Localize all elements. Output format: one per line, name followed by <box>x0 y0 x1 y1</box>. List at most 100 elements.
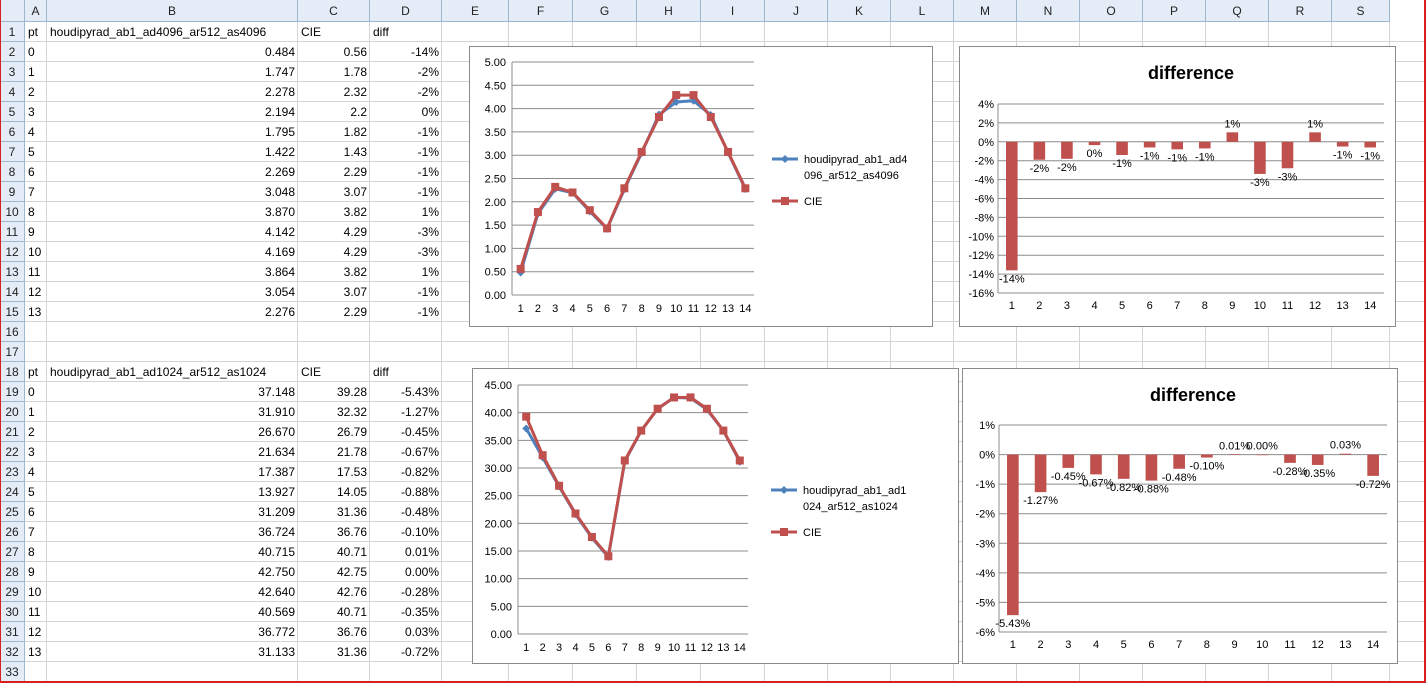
row-header[interactable]: 11 <box>0 222 25 242</box>
row-header[interactable]: 14 <box>0 282 25 302</box>
data-cell[interactable]: -0.67% <box>370 442 442 462</box>
data-cell[interactable]: 1% <box>370 262 442 282</box>
row-header[interactable]: 28 <box>0 562 25 582</box>
row-header[interactable]: 13 <box>0 262 25 282</box>
data-cell[interactable]: 21.634 <box>47 442 298 462</box>
row-header[interactable]: 10 <box>0 202 25 222</box>
data-cell[interactable]: 32.32 <box>298 402 370 422</box>
data-cell[interactable]: -2% <box>370 62 442 82</box>
data-cell[interactable]: 10 <box>25 242 47 262</box>
data-cell[interactable]: 42.750 <box>47 562 298 582</box>
column-header[interactable]: L <box>891 0 954 22</box>
data-cell[interactable]: 13 <box>25 302 47 322</box>
row-header[interactable]: 20 <box>0 402 25 422</box>
data-cell[interactable]: 4 <box>25 122 47 142</box>
header-cell[interactable]: pt <box>25 362 47 382</box>
data-cell[interactable]: 2.29 <box>298 162 370 182</box>
row-header[interactable]: 25 <box>0 502 25 522</box>
column-header[interactable]: N <box>1017 0 1080 22</box>
data-cell[interactable]: 11 <box>25 602 47 622</box>
data-cell[interactable]: 0.03% <box>370 622 442 642</box>
data-cell[interactable]: 14.05 <box>298 482 370 502</box>
bar-chart-difference-2[interactable]: difference 1% 0% -1% -2% -3% -4% -5% -6% -5.43% 1 -… <box>962 368 1398 664</box>
data-cell[interactable]: 12 <box>25 622 47 642</box>
row-header[interactable]: 12 <box>0 242 25 262</box>
data-cell[interactable]: -1% <box>370 122 442 142</box>
data-cell[interactable]: 2.32 <box>298 82 370 102</box>
data-cell[interactable]: -0.88% <box>370 482 442 502</box>
data-cell[interactable]: -0.28% <box>370 582 442 602</box>
data-cell[interactable]: 4.29 <box>298 222 370 242</box>
data-cell[interactable]: -0.45% <box>370 422 442 442</box>
data-cell[interactable]: 0.01% <box>370 542 442 562</box>
data-cell[interactable]: 5 <box>25 482 47 502</box>
header-cell[interactable]: diff <box>370 22 442 42</box>
data-cell[interactable]: 3.07 <box>298 182 370 202</box>
row-header[interactable]: 8 <box>0 162 25 182</box>
row-header[interactable]: 17 <box>0 342 25 362</box>
row-header[interactable]: 4 <box>0 82 25 102</box>
row-header[interactable]: 6 <box>0 122 25 142</box>
data-cell[interactable]: 31.910 <box>47 402 298 422</box>
data-cell[interactable]: -0.10% <box>370 522 442 542</box>
select-all-corner[interactable] <box>0 0 25 22</box>
row-header[interactable]: 26 <box>0 522 25 542</box>
data-cell[interactable]: 3.82 <box>298 202 370 222</box>
data-cell[interactable]: 2.269 <box>47 162 298 182</box>
row-header[interactable]: 27 <box>0 542 25 562</box>
data-cell[interactable]: -1% <box>370 182 442 202</box>
data-cell[interactable]: 4 <box>25 462 47 482</box>
column-header[interactable]: D <box>370 0 442 22</box>
data-cell[interactable]: -0.72% <box>370 642 442 662</box>
data-cell[interactable]: -3% <box>370 242 442 262</box>
row-header[interactable]: 32 <box>0 642 25 662</box>
data-cell[interactable]: 1.422 <box>47 142 298 162</box>
data-cell[interactable]: 36.76 <box>298 622 370 642</box>
data-cell[interactable]: 2.2 <box>298 102 370 122</box>
header-cell[interactable]: CIE <box>298 22 370 42</box>
row-header[interactable]: 18 <box>0 362 25 382</box>
column-header[interactable]: G <box>573 0 637 22</box>
header-cell[interactable]: houdipyrad_ab1_ad4096_ar512_as4096 <box>47 22 298 42</box>
data-cell[interactable]: 26.79 <box>298 422 370 442</box>
column-header[interactable]: Q <box>1206 0 1269 22</box>
column-header[interactable]: R <box>1269 0 1332 22</box>
data-cell[interactable]: 31.36 <box>298 502 370 522</box>
row-header[interactable]: 31 <box>0 622 25 642</box>
data-cell[interactable]: 17.387 <box>47 462 298 482</box>
data-cell[interactable]: 42.75 <box>298 562 370 582</box>
data-cell[interactable]: 2.278 <box>47 82 298 102</box>
line-chart-1[interactable]: 0.00 0.50 1.00 1.50 2.00 2.50 3.00 3.50 4.00 4.50… <box>469 46 933 327</box>
bar-chart-difference-1[interactable]: difference 4% 2% 0% -2% -4% -6% -8% -10% -12% -14%… <box>959 46 1396 327</box>
data-cell[interactable]: 0 <box>25 382 47 402</box>
column-header[interactable]: E <box>442 0 509 22</box>
data-cell[interactable]: -2% <box>370 82 442 102</box>
data-cell[interactable]: -1% <box>370 142 442 162</box>
data-cell[interactable]: 0.56 <box>298 42 370 62</box>
data-cell[interactable]: 1.795 <box>47 122 298 142</box>
data-cell[interactable]: 4.169 <box>47 242 298 262</box>
data-cell[interactable]: 2.276 <box>47 302 298 322</box>
header-cell[interactable]: pt <box>25 22 47 42</box>
data-cell[interactable]: 31.36 <box>298 642 370 662</box>
row-header[interactable]: 19 <box>0 382 25 402</box>
data-cell[interactable]: 37.148 <box>47 382 298 402</box>
data-cell[interactable]: -1.27% <box>370 402 442 422</box>
header-cell[interactable]: CIE <box>298 362 370 382</box>
row-header[interactable]: 2 <box>0 42 25 62</box>
row-header[interactable]: 5 <box>0 102 25 122</box>
data-cell[interactable]: 1 <box>25 402 47 422</box>
column-header[interactable]: I <box>701 0 765 22</box>
data-cell[interactable]: 0.00% <box>370 562 442 582</box>
data-cell[interactable]: 42.76 <box>298 582 370 602</box>
data-cell[interactable]: 2.29 <box>298 302 370 322</box>
data-cell[interactable]: 8 <box>25 202 47 222</box>
data-cell[interactable]: -3% <box>370 222 442 242</box>
column-header[interactable]: B <box>47 0 298 22</box>
data-cell[interactable]: 26.670 <box>47 422 298 442</box>
column-header[interactable]: A <box>25 0 47 22</box>
data-cell[interactable]: 40.71 <box>298 602 370 622</box>
data-cell[interactable]: 5 <box>25 142 47 162</box>
data-cell[interactable]: 3.054 <box>47 282 298 302</box>
data-cell[interactable]: 3.82 <box>298 262 370 282</box>
